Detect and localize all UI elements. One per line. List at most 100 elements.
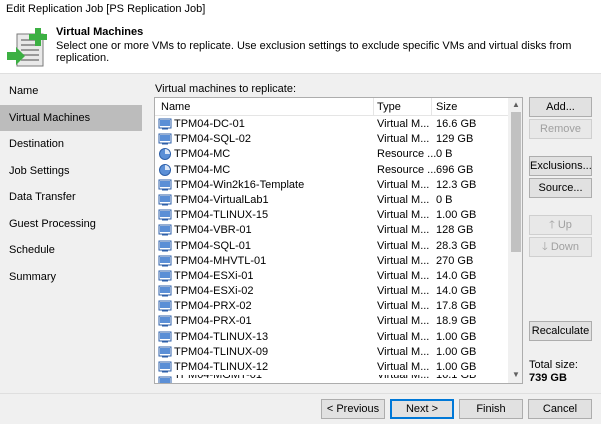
up-button-label: Up xyxy=(557,219,572,231)
vm-list-row[interactable]: TPM04-ESXi-01 Virtual M... 14.0 GB xyxy=(155,269,509,284)
vm-list-row[interactable]: TPM04-SQL-01 Virtual M... 28.3 GB xyxy=(155,239,509,254)
add-button[interactable]: Add... xyxy=(529,97,592,117)
down-button[interactable]: 🡓 Down xyxy=(529,237,592,257)
vm-icon xyxy=(158,300,172,312)
scrollbar-thumb[interactable] xyxy=(511,112,521,252)
arrow-down-icon: 🡓 xyxy=(542,241,551,253)
scroll-down-arrow-icon[interactable]: ▼ xyxy=(512,371,520,379)
wizard-steps: Name Virtual Machines Destination Job Se… xyxy=(0,78,142,290)
vm-list-scrollbar[interactable]: ▲ ▼ xyxy=(508,98,522,383)
add-vm-icon xyxy=(7,28,47,67)
next-button[interactable]: Next > xyxy=(390,399,454,419)
vm-size: 1.00 GB xyxy=(436,209,477,222)
vm-size: 18.9 GB xyxy=(436,315,477,328)
vm-list-row[interactable]: TPM04-ESXi-02 Virtual M... 14.0 GB xyxy=(155,284,509,299)
vm-icon xyxy=(158,270,172,282)
total-size-label: Total size: xyxy=(529,359,578,371)
vm-icon xyxy=(158,331,172,343)
wizard-header: Virtual Machines Select one or more VMs … xyxy=(0,20,601,74)
vm-size: 28.3 GB xyxy=(436,239,477,252)
vm-icon xyxy=(158,376,172,383)
vm-list-row[interactable]: TPM04-TLINUX-09 Virtual M... 1.00 GB xyxy=(155,345,509,360)
vm-size: 16.1 GB xyxy=(436,375,477,382)
vm-type: Virtual M... xyxy=(377,239,430,252)
window-title-bar: Edit Replication Job [PS Replication Job… xyxy=(0,0,601,20)
footer-divider xyxy=(0,393,601,394)
vm-icon xyxy=(158,179,172,191)
step-virtual-machines[interactable]: Virtual Machines xyxy=(0,104,142,131)
scroll-up-arrow-icon[interactable]: ▲ xyxy=(512,101,520,109)
vm-list[interactable]: Name Type Size TPM04-DC-01 Virtual M... 16… xyxy=(154,97,523,384)
window-title: Edit Replication Job [PS Replication Job… xyxy=(6,3,206,15)
vm-name: TPM04-VBR-01 xyxy=(174,224,252,237)
previous-button[interactable]: < Previous xyxy=(321,399,385,419)
vm-name: TPM04-TLINUX-09 xyxy=(174,345,269,358)
column-divider[interactable] xyxy=(373,98,374,116)
vm-type: Virtual M... xyxy=(377,300,430,313)
recalculate-button[interactable]: Recalculate xyxy=(529,321,592,341)
vm-size: 129 GB xyxy=(436,133,474,146)
vm-icon xyxy=(158,285,172,297)
vm-type: Virtual M... xyxy=(377,209,430,222)
vm-icon xyxy=(158,361,172,373)
vm-name: TPM04-TLINUX-15 xyxy=(174,209,269,222)
step-summary[interactable]: Summary xyxy=(0,264,142,291)
vm-list-row[interactable]: TPM04-TLINUX-12 Virtual M... 1.00 GB xyxy=(155,360,509,375)
step-name[interactable]: Name xyxy=(0,78,142,105)
vm-list-row[interactable]: TPM04-TLINUX-13 Virtual M... 1.00 GB xyxy=(155,330,509,345)
vm-icon xyxy=(158,240,172,251)
step-data-transfer[interactable]: Data Transfer xyxy=(0,184,142,211)
vm-type: Virtual M... xyxy=(377,193,430,206)
vm-icon xyxy=(158,346,172,358)
vm-size: 14.0 GB xyxy=(436,285,477,298)
vm-icon xyxy=(158,315,172,327)
vm-name: TPM04-VirtualLab1 xyxy=(174,193,269,206)
page-description: Select one or more VMs to replicate. Use… xyxy=(56,40,572,64)
vm-list-row[interactable]: TPM04-MC Resource ... 696 GB xyxy=(155,163,509,178)
vm-list-row[interactable]: TPM04-MC Resource ... 0 B xyxy=(155,147,509,162)
cancel-button[interactable]: Cancel xyxy=(528,399,592,419)
total-size-value: 739 GB xyxy=(529,372,567,384)
vm-name: TPM04-MGMT-01 xyxy=(174,375,263,382)
vm-list-row[interactable]: TPM04-MGMT-01 Virtual M... 16.1 GB xyxy=(155,375,509,383)
column-divider[interactable] xyxy=(431,98,432,116)
finish-button[interactable]: Finish xyxy=(459,399,523,419)
vm-list-row[interactable]: TPM04-SQL-02 Virtual M... 129 GB xyxy=(155,132,509,147)
step-guest-processing[interactable]: Guest Processing xyxy=(0,211,142,238)
vm-list-row[interactable]: TPM04-PRX-02 Virtual M... 17.8 GB xyxy=(155,299,509,314)
vm-name: TPM04-MC xyxy=(174,163,231,176)
vm-size: 128 GB xyxy=(436,224,474,237)
vm-icon xyxy=(158,255,172,267)
vm-type: Virtual M... xyxy=(377,118,430,130)
resource-pool-icon xyxy=(159,163,171,176)
step-schedule[interactable]: Schedule xyxy=(0,237,142,264)
vm-type: Virtual M... xyxy=(377,133,430,146)
exclusions-button[interactable]: Exclusions... xyxy=(529,156,592,176)
vm-name: TPM04-TLINUX-13 xyxy=(174,330,269,343)
vm-icon xyxy=(158,209,172,221)
vm-size: 1.00 GB xyxy=(436,330,477,343)
vm-type: Resource ... xyxy=(377,163,437,176)
vm-icon xyxy=(158,118,172,130)
column-header-name[interactable]: Name xyxy=(161,101,190,113)
remove-button[interactable]: Remove xyxy=(529,119,592,139)
source-button[interactable]: Source... xyxy=(529,178,592,198)
column-header-type[interactable]: Type xyxy=(377,101,401,113)
column-header-size[interactable]: Size xyxy=(436,101,457,113)
vm-list-row[interactable]: TPM04-PRX-01 Virtual M... 18.9 GB xyxy=(155,314,509,329)
vm-list-row[interactable]: TPM04-DC-01 Virtual M... 16.6 GB xyxy=(155,117,509,132)
vm-type: Virtual M... xyxy=(377,285,430,298)
vm-size: 0 B xyxy=(436,193,453,206)
step-job-settings[interactable]: Job Settings xyxy=(0,158,142,185)
vm-name: TPM04-MC xyxy=(174,148,231,161)
vm-name: TPM04-DC-01 xyxy=(174,118,245,130)
vm-list-row[interactable]: TPM04-MHVTL-01 Virtual M... 270 GB xyxy=(155,254,509,269)
vm-list-row[interactable]: TPM04-TLINUX-15 Virtual M... 1.00 GB xyxy=(155,208,509,223)
vm-list-row[interactable]: TPM04-VBR-01 Virtual M... 128 GB xyxy=(155,223,509,238)
step-destination[interactable]: Destination xyxy=(0,131,142,158)
vm-list-rows: TPM04-DC-01 Virtual M... 16.6 GB TPM04-SQL-… xyxy=(155,117,509,383)
vm-list-row[interactable]: TPM04-Win2k16-Template Virtual M... 12.3 G… xyxy=(155,178,509,193)
up-button[interactable]: 🡑 Up xyxy=(529,215,592,235)
vm-list-label: Virtual machines to replicate: xyxy=(155,83,297,95)
vm-list-row[interactable]: TPM04-VirtualLab1 Virtual M... 0 B xyxy=(155,193,509,208)
